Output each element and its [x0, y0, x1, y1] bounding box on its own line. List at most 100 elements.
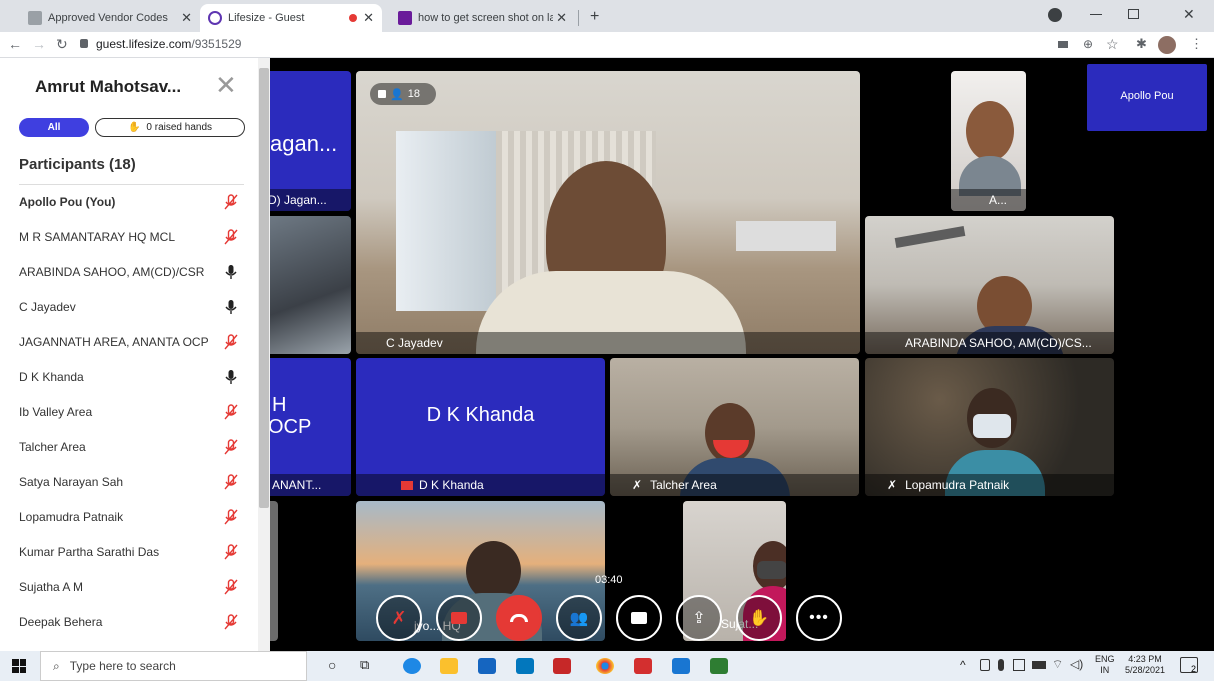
cortana-icon[interactable]: ○ [328, 657, 336, 673]
clock[interactable]: 4:23 PM 5/28/2021 [1120, 654, 1170, 676]
participant-row[interactable]: Talcher Area [0, 429, 258, 464]
forward-icon[interactable]: → [32, 36, 46, 52]
video-tile-dk-khanda[interactable]: D K Khanda D K Khanda [356, 358, 605, 496]
close-panel-icon[interactable]: ✕ [215, 72, 237, 98]
profile-dot-icon[interactable] [1048, 8, 1062, 22]
notification-count: 2 [1190, 664, 1196, 674]
face-mask [973, 414, 1011, 438]
edge-icon[interactable] [403, 658, 421, 674]
participant-row[interactable]: Lopamudra Patnaik [0, 499, 258, 534]
tray-mic-icon[interactable] [998, 659, 1004, 671]
menu-icon[interactable]: ⋮ [1190, 36, 1203, 52]
filter-all-button[interactable]: All [19, 118, 89, 137]
mute-mic-button[interactable]: ✗ [376, 595, 422, 641]
participant-row[interactable]: M R SAMANTARAY HQ MCL [0, 219, 258, 254]
new-tab-button[interactable]: + [590, 8, 599, 26]
participant-face [966, 101, 1014, 161]
participant-row[interactable]: Kumar Partha Sarathi Das [0, 534, 258, 569]
camera-toggle-button[interactable] [436, 595, 482, 641]
tile-label: D K Khanda [356, 474, 605, 496]
extensions-icon[interactable]: ✱ [1136, 36, 1147, 52]
tray-meet-icon[interactable] [1013, 659, 1025, 671]
bookmark-star-icon[interactable]: ☆ [1106, 36, 1119, 53]
windows-start-icon[interactable] [12, 659, 26, 673]
excel-icon[interactable] [710, 658, 728, 674]
tab-how-to-screenshot[interactable]: how to get screen shot on laptop ✕ [390, 4, 575, 32]
camera-icon[interactable] [1058, 41, 1068, 48]
more-options-button[interactable]: ••• [796, 595, 842, 641]
url-host: guest.lifesize.com [96, 37, 192, 51]
share-screen-button[interactable]: ⇪ [676, 595, 722, 641]
avatar[interactable] [1158, 36, 1176, 54]
restore-icon[interactable] [1128, 9, 1139, 19]
raise-hand-button[interactable]: ✋ [736, 595, 782, 641]
mic-muted-icon [224, 544, 238, 560]
back-icon[interactable]: ← [8, 36, 22, 52]
word-icon[interactable] [672, 658, 690, 674]
address-bar[interactable]: guest.lifesize.com/9351529 [96, 37, 241, 51]
participants-button[interactable]: 👥 [556, 595, 602, 641]
language-indicator[interactable]: ENG IN [1095, 654, 1115, 676]
camera-off-icon [451, 612, 467, 624]
panel-scrollbar-thumb[interactable] [259, 68, 269, 508]
taskbar-search[interactable]: ⌕ Type here to search [40, 651, 307, 681]
participant-row[interactable]: ARABINDA SAHOO, AM(CD)/CSR [0, 254, 258, 289]
battery-icon[interactable] [1032, 661, 1046, 669]
tray-app-icon[interactable] [980, 659, 990, 671]
participant-row[interactable]: Apollo Pou (You) [0, 184, 258, 219]
wifi-icon[interactable]: ⌔ [1052, 657, 1063, 672]
lync-icon[interactable] [516, 658, 534, 674]
close-tab-icon[interactable]: ✕ [556, 10, 567, 26]
mic-muted-icon: ✗ [391, 607, 407, 628]
yahoo-icon [398, 11, 412, 25]
video-tile-lopamudra[interactable]: ✗ Lopamudra Patnaik [865, 358, 1114, 496]
chrome-icon[interactable] [596, 658, 614, 674]
end-call-button[interactable] [496, 595, 542, 641]
video-tile-main-speaker[interactable]: 👤 18 C Jayadev [356, 71, 860, 354]
lock-icon[interactable] [80, 39, 88, 48]
video-tile-small[interactable]: A... [951, 71, 1026, 211]
video-tile-jagannath[interactable]: agan... D) Jagan... [262, 71, 351, 211]
acrobat-icon[interactable] [634, 658, 652, 674]
mail-icon[interactable] [478, 658, 496, 674]
tile-name-large: agan... [270, 131, 338, 156]
mic-muted-icon [224, 439, 238, 455]
tile-label: , ANANT... [262, 474, 351, 496]
notifications-icon[interactable]: 2 [1180, 657, 1198, 674]
mic-muted-icon: ✗ [887, 478, 898, 492]
task-view-icon[interactable]: ⧉ [360, 657, 369, 673]
minimize-icon[interactable] [1090, 14, 1102, 15]
video-tile-arabinda[interactable]: ARABINDA SAHOO, AM(CD)/CS... [865, 216, 1114, 354]
chat-button[interactable] [616, 595, 662, 641]
video-tile-ananta[interactable]: H OCP , ANANT... [262, 358, 351, 496]
participant-row[interactable]: Deepak Behera [0, 604, 258, 639]
file-explorer-icon[interactable] [440, 658, 458, 674]
mcafee-icon[interactable] [553, 658, 571, 674]
mic-muted-icon [224, 229, 238, 245]
reload-icon[interactable]: ↻ [56, 36, 68, 53]
self-view-name: Apollo Pou [1120, 90, 1174, 102]
tab-approved-vendor-codes[interactable]: Approved Vendor Codes ✕ [20, 4, 200, 32]
show-hidden-icons[interactable]: ^ [960, 658, 966, 672]
mic-icon [224, 299, 238, 315]
participant-row[interactable]: C Jayadev [0, 289, 258, 324]
participant-row[interactable]: JAGANNATH AREA, ANANTA OCP [0, 324, 258, 359]
tile-name-large: H [272, 394, 287, 416]
close-tab-icon[interactable]: ✕ [181, 10, 192, 26]
raised-hands-filter-button[interactable]: ✋ 0 raised hands [95, 118, 245, 137]
participant-name: ARABINDA SAHOO, AM(CD)/CSR [19, 264, 205, 279]
participant-row[interactable]: Ib Valley Area [0, 394, 258, 429]
volume-icon[interactable]: ◁) [1070, 657, 1083, 671]
video-tile-talcher[interactable]: ✗ Talcher Area [610, 358, 859, 496]
search-placeholder: Type here to search [69, 659, 176, 673]
participant-row[interactable]: Satya Narayan Sah [0, 464, 258, 499]
close-tab-icon[interactable]: ✕ [363, 10, 374, 26]
video-tile-camera[interactable] [262, 216, 351, 354]
tab-lifesize-guest[interactable]: Lifesize - Guest ✕ [200, 4, 382, 32]
install-icon[interactable]: ⊕ [1083, 37, 1093, 51]
participant-row[interactable]: D K Khanda [0, 359, 258, 394]
self-view-tile[interactable]: Apollo Pou [1087, 64, 1207, 131]
participant-row[interactable]: Sujatha A M [0, 569, 258, 604]
window-close-icon[interactable]: ✕ [1183, 6, 1195, 23]
tab-title: how to get screen shot on laptop [418, 12, 553, 24]
